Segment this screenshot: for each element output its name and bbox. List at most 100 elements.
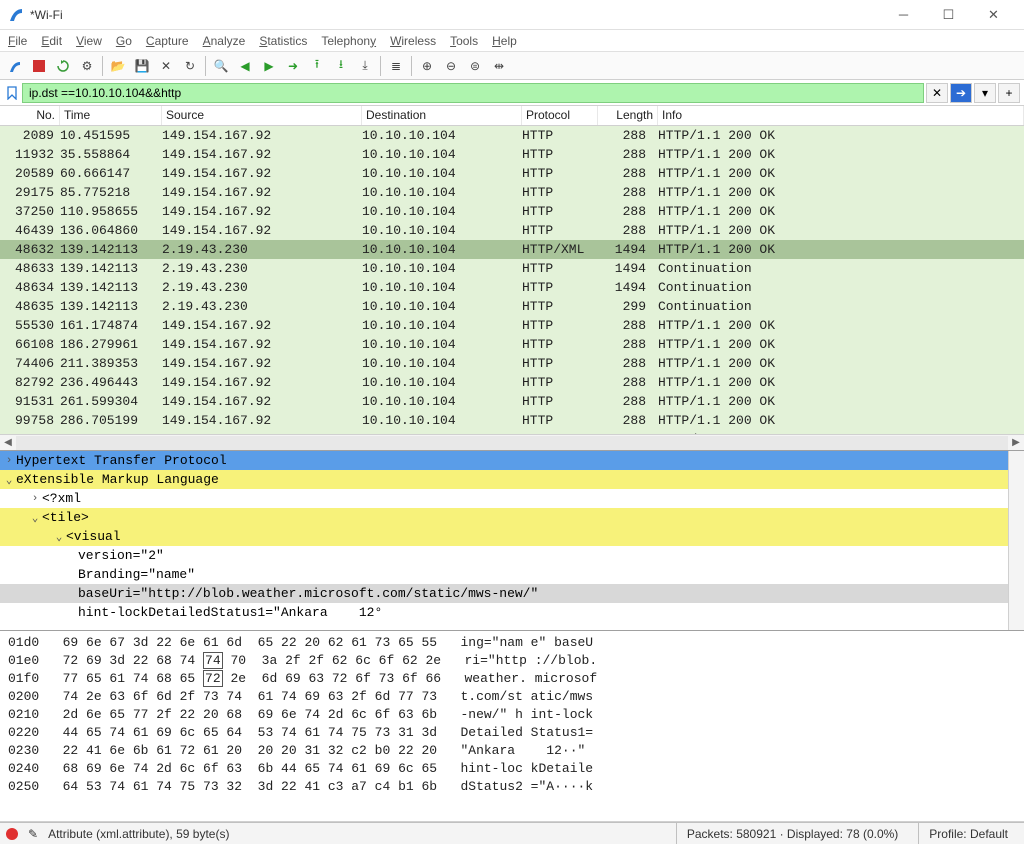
status-packets: Packets: 580921 · Displayed: 78 (0.0%)	[687, 827, 898, 841]
menubar: File Edit View Go Capture Analyze Statis…	[0, 30, 1024, 52]
details-vscroll[interactable]	[1008, 451, 1024, 630]
collapse-icon[interactable]: ⌄	[28, 511, 42, 525]
packet-row[interactable]: 37250110.958655149.154.167.9210.10.10.10…	[0, 202, 1024, 221]
clear-filter-button[interactable]: ✕	[926, 83, 948, 103]
restart-capture-icon[interactable]	[52, 55, 74, 77]
hex-line: 0210 2d 6e 65 77 2f 22 20 68 69 6e 74 2d…	[8, 707, 1016, 725]
packet-list-hscroll[interactable]: ◀ ▶	[0, 434, 1024, 450]
packet-row[interactable]: 55530161.174874149.154.167.9210.10.10.10…	[0, 316, 1024, 335]
collapse-icon[interactable]: ⌄	[2, 473, 16, 487]
close-file-icon[interactable]: ✕	[155, 55, 177, 77]
packet-row[interactable]: 48633139.1421132.19.43.23010.10.10.104HT…	[0, 259, 1024, 278]
packet-row[interactable]: 48634139.1421132.19.43.23010.10.10.104HT…	[0, 278, 1024, 297]
hex-line: 0220 44 65 74 61 69 6c 65 64 53 74 61 74…	[8, 725, 1016, 743]
open-file-icon[interactable]: 📂	[107, 55, 129, 77]
hex-line: 0250 64 53 74 61 74 75 73 32 3d 22 41 c3…	[8, 779, 1016, 797]
packet-details-pane[interactable]: ›Hypertext Transfer Protocol ⌄eXtensible…	[0, 451, 1024, 631]
reload-icon[interactable]: ↻	[179, 55, 201, 77]
colorize-icon[interactable]: ≣	[385, 55, 407, 77]
packet-row[interactable]: 1193235.558864149.154.167.9210.10.10.104…	[0, 145, 1024, 164]
menu-analyze[interactable]: Analyze	[203, 34, 246, 48]
detail-line: <tile>	[42, 510, 89, 525]
titlebar: *Wi-Fi ─ ☐ ✕	[0, 0, 1024, 30]
menu-wireless[interactable]: Wireless	[390, 34, 436, 48]
menu-help[interactable]: Help	[492, 34, 517, 48]
detail-line: version="2"	[78, 548, 164, 563]
maximize-button[interactable]: ☐	[926, 1, 971, 29]
menu-go[interactable]: Go	[116, 34, 132, 48]
packet-row[interactable]: 2058960.666147149.154.167.9210.10.10.104…	[0, 164, 1024, 183]
packet-row[interactable]: 66108186.279961149.154.167.9210.10.10.10…	[0, 335, 1024, 354]
save-file-icon[interactable]: 💾	[131, 55, 153, 77]
collapse-icon[interactable]: ⌄	[52, 530, 66, 544]
go-first-icon[interactable]: ⭱	[306, 55, 328, 77]
apply-filter-button[interactable]: ➔	[950, 83, 972, 103]
scroll-right-icon[interactable]: ▶	[1008, 437, 1024, 448]
go-last-icon[interactable]: ⭳	[330, 55, 352, 77]
menu-view[interactable]: View	[76, 34, 102, 48]
menu-telephony[interactable]: Telephony	[321, 34, 376, 48]
col-protocol[interactable]: Protocol	[522, 106, 598, 125]
packet-row[interactable]: 74406211.389353149.154.167.9210.10.10.10…	[0, 354, 1024, 373]
col-source[interactable]: Source	[162, 106, 362, 125]
detail-line: eXtensible Markup Language	[16, 472, 219, 487]
packet-row[interactable]: 48632139.1421132.19.43.23010.10.10.104HT…	[0, 240, 1024, 259]
packet-row[interactable]: 99758286.705199149.154.167.9210.10.10.10…	[0, 411, 1024, 430]
col-no[interactable]: No.	[0, 106, 60, 125]
menu-file[interactable]: File	[8, 34, 27, 48]
col-info[interactable]: Info	[658, 106, 1024, 125]
go-to-packet-icon[interactable]: ➜	[282, 55, 304, 77]
auto-scroll-icon[interactable]: ⤓	[354, 55, 376, 77]
find-packet-icon[interactable]: 🔍	[210, 55, 232, 77]
expert-info-icon[interactable]	[6, 828, 18, 840]
packet-row[interactable]: 2917585.775218149.154.167.9210.10.10.104…	[0, 183, 1024, 202]
edit-icon[interactable]: ✎	[28, 827, 38, 841]
resize-columns-icon[interactable]: ⇹	[488, 55, 510, 77]
zoom-out-icon[interactable]: ⊖	[440, 55, 462, 77]
minimize-button[interactable]: ─	[881, 1, 926, 29]
filter-bookmark-icon[interactable]	[4, 85, 20, 101]
expand-icon[interactable]: ›	[2, 455, 16, 467]
packet-row[interactable]: 48635139.1421132.19.43.23010.10.10.104HT…	[0, 297, 1024, 316]
detail-line: Hypertext Transfer Protocol	[16, 453, 227, 468]
menu-capture[interactable]: Capture	[146, 34, 189, 48]
packet-row[interactable]: 91531261.599304149.154.167.9210.10.10.10…	[0, 392, 1024, 411]
detail-line: baseUri="http://blob.weather.microsoft.c…	[78, 586, 538, 601]
close-button[interactable]: ✕	[971, 1, 1016, 29]
packet-rows[interactable]: 208910.451595149.154.167.9210.10.10.104H…	[0, 126, 1024, 434]
status-profile[interactable]: Profile: Default	[929, 827, 1008, 841]
menu-tools[interactable]: Tools	[450, 34, 478, 48]
menu-edit[interactable]: Edit	[41, 34, 62, 48]
packet-row[interactable]: 46439136.064860149.154.167.9210.10.10.10…	[0, 221, 1024, 240]
col-length[interactable]: Length	[598, 106, 658, 125]
packet-bytes-pane[interactable]: 01d0 69 6e 67 3d 22 6e 61 6d 65 22 20 62…	[0, 631, 1024, 822]
window-title: *Wi-Fi	[30, 8, 881, 22]
add-filter-button[interactable]: +	[998, 83, 1020, 103]
expand-icon[interactable]: ›	[28, 493, 42, 505]
hex-line: 01d0 69 6e 67 3d 22 6e 61 6d 65 22 20 62…	[8, 635, 1016, 653]
toolbar: ⚙ 📂 💾 ✕ ↻ 🔍 ◀ ▶ ➜ ⭱ ⭳ ⤓ ≣ ⊕ ⊖ ⊜ ⇹	[0, 52, 1024, 80]
col-time[interactable]: Time	[60, 106, 162, 125]
packet-row[interactable]: 82792236.496443149.154.167.9210.10.10.10…	[0, 373, 1024, 392]
packet-row[interactable]: 208910.451595149.154.167.9210.10.10.104H…	[0, 126, 1024, 145]
stop-capture-icon[interactable]	[28, 55, 50, 77]
detail-line: Branding="name"	[78, 567, 195, 582]
hex-line: 0240 68 69 6e 74 2d 6c 6f 63 6b 44 65 74…	[8, 761, 1016, 779]
hex-line: 0230 22 41 6e 6b 61 72 61 20 20 20 31 32…	[8, 743, 1016, 761]
start-capture-icon[interactable]	[4, 55, 26, 77]
zoom-in-icon[interactable]: ⊕	[416, 55, 438, 77]
detail-line: <visual	[66, 529, 121, 544]
display-filter-input[interactable]	[22, 83, 924, 103]
packet-list-header: No. Time Source Destination Protocol Len…	[0, 106, 1024, 126]
col-destination[interactable]: Destination	[362, 106, 522, 125]
filter-dropdown-button[interactable]: ▾	[974, 83, 996, 103]
menu-statistics[interactable]: Statistics	[259, 34, 307, 48]
scroll-left-icon[interactable]: ◀	[0, 437, 16, 448]
detail-line: <?xml	[42, 491, 81, 506]
hex-line: 01f0 77 65 61 74 68 65 72 2e 6d 69 63 72…	[8, 671, 1016, 689]
capture-options-icon[interactable]: ⚙	[76, 55, 98, 77]
zoom-reset-icon[interactable]: ⊜	[464, 55, 486, 77]
packet-list-pane: No. Time Source Destination Protocol Len…	[0, 106, 1024, 451]
go-forward-icon[interactable]: ▶	[258, 55, 280, 77]
go-back-icon[interactable]: ◀	[234, 55, 256, 77]
